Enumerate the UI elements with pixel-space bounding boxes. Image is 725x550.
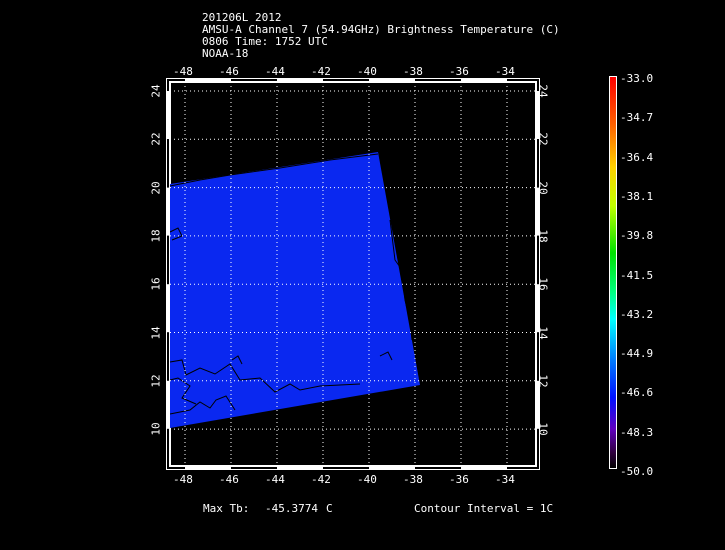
- lon-label: -40: [357, 473, 377, 486]
- lon-label: -48: [173, 65, 193, 78]
- tick-bar-bottom: [369, 466, 415, 470]
- lat-label: 16: [149, 277, 163, 291]
- lat-label: 14: [149, 325, 163, 340]
- colorbar-label: -44.9: [620, 347, 654, 361]
- max-tb-value: -45.3774: [265, 502, 318, 515]
- lon-label: -36: [449, 473, 469, 486]
- lon-label: -46: [219, 473, 239, 486]
- lat-label: 18: [149, 229, 163, 243]
- lat-label: 20: [536, 180, 550, 195]
- colorbar-label: -36.4: [620, 150, 654, 164]
- tick-bar-left: [166, 91, 170, 139]
- lat-label: 22: [536, 132, 550, 146]
- colorbar-label: -41.5: [620, 268, 654, 282]
- tick-bar-left: [166, 187, 170, 236]
- colorbar-label: -39.8: [620, 229, 654, 243]
- contour-interval: Contour Interval = 1C: [414, 502, 554, 515]
- lat-label: 20: [149, 180, 163, 195]
- lon-label: -34: [495, 473, 515, 486]
- brightness-swath: [169, 152, 420, 428]
- lon-label: -40: [357, 65, 377, 78]
- colorbar-label: -34.7: [620, 111, 654, 125]
- lat-label: 24: [536, 84, 550, 98]
- colorbar-label: -33.0: [620, 72, 654, 85]
- lon-label: -36: [449, 65, 469, 78]
- lat-label: 14: [536, 325, 550, 340]
- lat-label: 18: [536, 229, 550, 243]
- tick-bar-top: [461, 78, 507, 82]
- lon-label: -38: [403, 65, 423, 78]
- tick-bar-top: [369, 78, 415, 82]
- max-tb-label: Max Tb:: [203, 502, 250, 515]
- lon-label: -34: [495, 65, 515, 78]
- tick-bar-top: [185, 78, 231, 82]
- lat-label: 12: [536, 374, 550, 388]
- tick-bar-bottom: [185, 466, 231, 470]
- tick-bar-left: [166, 380, 170, 429]
- colorbar-label: -48.3: [620, 425, 654, 439]
- tick-bar-right: [536, 284, 540, 333]
- colorbar-label: -50.0: [620, 465, 654, 478]
- tick-bar-top: [277, 78, 323, 82]
- colorbar: [609, 76, 617, 469]
- lat-label: 24: [149, 84, 163, 98]
- colorbar-label: -43.2: [620, 307, 654, 321]
- colorbar-label: -38.1: [620, 189, 654, 203]
- lat-label: 22: [149, 132, 163, 146]
- lat-label: 16: [536, 277, 550, 291]
- lat-label: 12: [149, 374, 163, 388]
- tick-bar-bottom: [277, 466, 323, 470]
- lat-label: 10: [149, 422, 163, 436]
- colorbar-label: -46.6: [620, 386, 654, 400]
- lon-label: -42: [311, 65, 331, 78]
- tick-bar-bottom: [461, 466, 507, 470]
- lat-label: 10: [536, 422, 550, 436]
- lon-label: -46: [219, 65, 239, 78]
- max-tb-unit: C: [326, 502, 333, 515]
- lon-label: -44: [265, 65, 285, 78]
- tick-bar-left: [166, 284, 170, 333]
- lon-label: -44: [265, 473, 285, 486]
- lon-label: -42: [311, 473, 331, 486]
- lon-label: -48: [173, 473, 193, 486]
- lon-label: -38: [403, 473, 423, 486]
